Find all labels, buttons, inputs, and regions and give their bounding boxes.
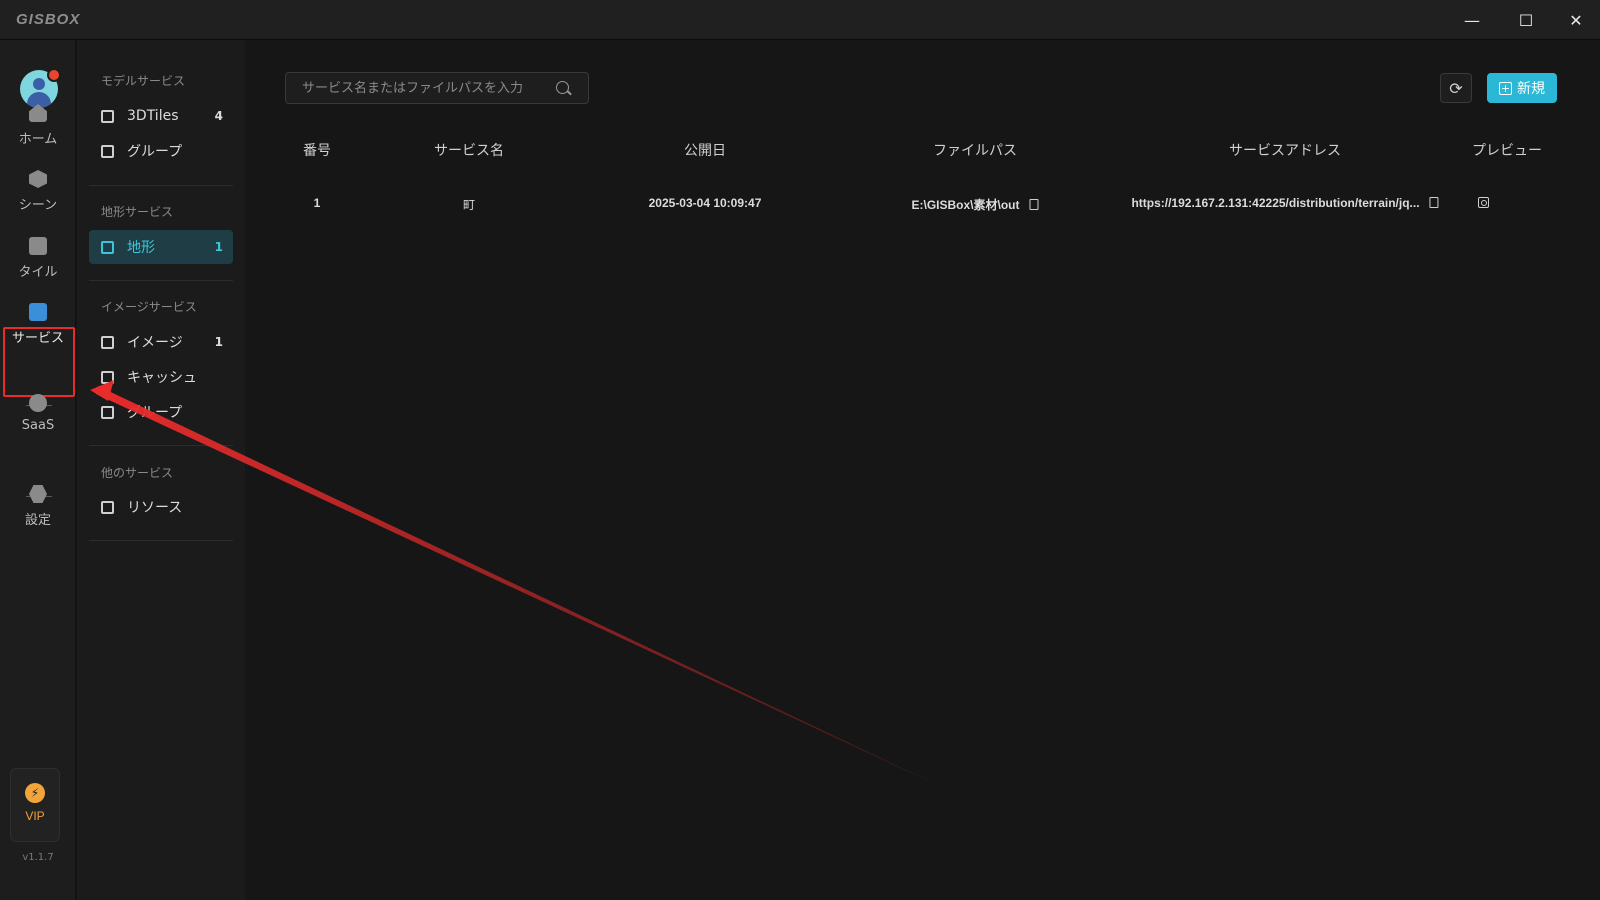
- vip-label: VIP: [25, 809, 45, 823]
- sidebar-item-label: グループ: [127, 405, 183, 421]
- item-count: 1: [214, 240, 223, 254]
- sidebar-item-image-group[interactable]: グループ: [89, 395, 233, 429]
- rail-item-label: シーン: [18, 198, 58, 213]
- image-icon: [101, 335, 114, 349]
- group-title-image: イメージサービス: [101, 300, 197, 314]
- divider: [89, 540, 233, 541]
- cell-address-text: https://192.167.2.131:42225/distribution…: [1131, 196, 1420, 210]
- sidebar-item-label: 地形: [127, 240, 155, 256]
- gear-icon: [29, 485, 47, 503]
- search-input[interactable]: [286, 73, 546, 103]
- cache-icon: [101, 370, 114, 384]
- rail-item-settings[interactable]: 設定: [4, 477, 72, 539]
- rail-item-scene[interactable]: シーン: [4, 162, 72, 224]
- new-button[interactable]: + 新規: [1487, 73, 1557, 103]
- title-bar: GISBOX — ☐ ✕: [0, 0, 1600, 40]
- column-header-date: 公開日: [684, 143, 726, 159]
- search-box: [285, 72, 589, 104]
- sidebar-item-3dtiles[interactable]: 3DTiles 4: [89, 99, 233, 133]
- new-button-label: 新規: [1517, 81, 1545, 97]
- sidebar-item-label: 3DTiles: [127, 108, 179, 124]
- column-header-preview: プレビュー: [1472, 143, 1542, 159]
- terrain-icon: [101, 240, 114, 254]
- refresh-button[interactable]: ⟳: [1440, 73, 1472, 103]
- sidebar-item-image[interactable]: イメージ 1: [89, 325, 233, 359]
- avatar-head: [33, 78, 45, 90]
- search-icon[interactable]: [556, 81, 569, 94]
- sidebar-item-label: キャッシュ: [127, 370, 197, 386]
- divider: [89, 185, 233, 186]
- plus-icon: +: [1499, 81, 1512, 95]
- rail-item-home[interactable]: ホーム: [4, 96, 72, 158]
- app-logo: GISBOX: [16, 11, 81, 28]
- service-sidebar: モデルサービス 3DTiles 4 グループ 地形サービス 地形 1 イメージサ…: [77, 40, 245, 900]
- rail-item-label: 設定: [24, 513, 51, 528]
- sidebar-item-terrain[interactable]: 地形 1: [89, 230, 233, 264]
- notification-badge-icon: [47, 68, 61, 82]
- item-count: 1: [214, 335, 223, 349]
- sidebar-item-label: リソース: [127, 500, 183, 516]
- sidebar-item-cache[interactable]: キャッシュ: [89, 360, 233, 394]
- resource-icon: [101, 500, 114, 514]
- home-icon: [29, 104, 47, 122]
- cell-path: E:\GISBox\素材\out: [911, 196, 1039, 213]
- sidebar-item-label: イメージ: [127, 335, 183, 351]
- main-panel: ⟳ + 新規 番号 サービス名 公開日 ファイルパス サービスアドレス プレビュ…: [245, 40, 1600, 900]
- cell-number: 1: [313, 196, 321, 210]
- cell-address: https://192.167.2.131:42225/distribution…: [1131, 196, 1439, 210]
- cell-date: 2025-03-04 10:09:47: [648, 196, 762, 210]
- close-button[interactable]: ✕: [1552, 0, 1600, 40]
- group-title-model: モデルサービス: [101, 74, 186, 88]
- rail-item-tile[interactable]: タイル: [4, 229, 72, 291]
- tiles-icon: [101, 109, 114, 123]
- copy-icon[interactable]: [1029, 199, 1039, 210]
- group-title-other: 他のサービス: [101, 466, 174, 480]
- lightning-icon: ⚡: [25, 783, 45, 803]
- sidebar-item-resource[interactable]: リソース: [89, 490, 233, 524]
- rail-item-label: ホーム: [18, 132, 58, 147]
- group-icon: [101, 405, 114, 419]
- rail-item-saas[interactable]: SaaS: [4, 386, 72, 448]
- vip-button[interactable]: ⚡ VIP: [10, 768, 60, 842]
- cell-name: 町: [462, 198, 476, 212]
- service-icon: [29, 303, 47, 321]
- divider: [89, 445, 233, 446]
- group-title-terrain: 地形サービス: [101, 205, 174, 219]
- column-header-number: 番号: [303, 143, 331, 159]
- minimize-button[interactable]: —: [1448, 0, 1496, 40]
- lock-icon: [29, 394, 47, 412]
- column-header-address: サービスアドレス: [1229, 143, 1341, 159]
- tile-document-icon: [29, 237, 47, 255]
- copy-icon[interactable]: [1429, 197, 1439, 208]
- icon-rail: ホーム シーン タイル サービス SaaS 設定 ⚡ VIP v1.1.7: [0, 40, 76, 900]
- divider: [89, 280, 233, 281]
- scene-cube-icon: [29, 170, 47, 188]
- cell-path-text: E:\GISBox\素材\out: [911, 198, 1020, 212]
- item-count: 4: [214, 109, 223, 123]
- version-label: v1.1.7: [22, 852, 54, 863]
- rail-item-label: SaaS: [21, 418, 55, 433]
- rail-item-label: タイル: [18, 265, 58, 280]
- sidebar-item-model-group[interactable]: グループ: [89, 134, 233, 168]
- column-header-name: サービス名: [434, 143, 504, 159]
- preview-icon[interactable]: [1478, 197, 1489, 208]
- maximize-button[interactable]: ☐: [1502, 0, 1550, 40]
- column-header-path: ファイルパス: [933, 143, 1017, 159]
- sidebar-item-label: グループ: [127, 144, 183, 160]
- group-icon: [101, 144, 114, 158]
